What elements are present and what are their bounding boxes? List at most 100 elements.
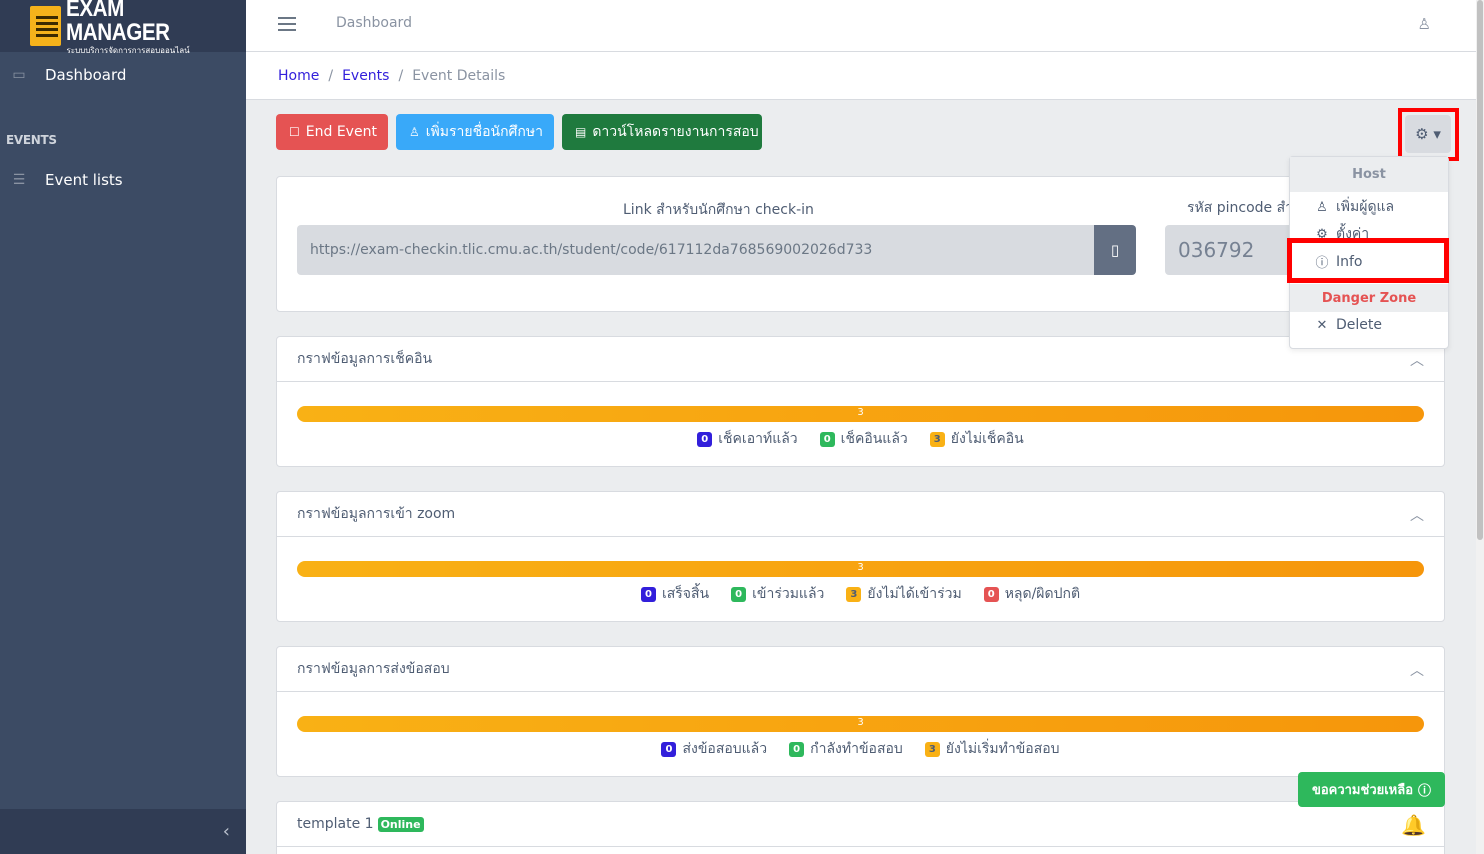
count-badge: 0 [697, 431, 713, 447]
header-dashboard-link[interactable]: Dashboard [336, 15, 412, 31]
legend-label: กำลังทำข้อสอบ [810, 741, 903, 757]
legend-item: 0 เข้าร่วมแล้ว [731, 583, 824, 605]
submission-chart-card: กราฟข้อมูลการส่งข้อสอบ ︿ 3 0 ส่งข้อสอบแล… [276, 646, 1445, 777]
clipboard-icon: ▯ [1110, 241, 1120, 259]
close-icon: ✕ [1316, 317, 1328, 333]
count-badge: 0 [789, 741, 805, 757]
sidebar-item-dashboard[interactable]: ▭ Dashboard [0, 52, 246, 98]
chevron-up-icon[interactable]: ︿ [1410, 660, 1424, 680]
pincode-field[interactable]: 036792 [1165, 225, 1295, 275]
breadcrumb-events[interactable]: Events [342, 68, 389, 84]
list-icon: ☰ [12, 172, 26, 188]
card-title: กราฟข้อมูลการส่งข้อสอบ [297, 661, 450, 677]
page-scrollbar[interactable] [1476, 0, 1484, 854]
excel-file-icon: ▤ [575, 125, 587, 139]
zoom-chart-card: กราฟข้อมูลการเข้า zoom ︿ 3 0 เสร็จสิ้น 0… [276, 491, 1445, 622]
user-plus-icon: ♙ [1316, 199, 1328, 215]
progress-bar: 3 [297, 406, 1424, 422]
legend-item: 0 เช็คเอาท์แล้ว [697, 428, 798, 450]
count-badge: 0 [640, 586, 656, 602]
square-icon: ☐ [289, 125, 300, 139]
count-badge: 0 [731, 586, 747, 602]
legend-item: 0 เช็คอินแล้ว [819, 428, 908, 450]
sidebar-item-label: Event lists [45, 171, 123, 189]
chevron-up-icon[interactable]: ︿ [1410, 505, 1424, 525]
count-badge: 3 [846, 586, 862, 602]
legend-label: ยังไม่ได้เข้าร่วม [867, 586, 962, 602]
legend-item: 3 ยังไม่เริ่มทำข้อสอบ [924, 738, 1060, 760]
sidebar-item-label: Dashboard [45, 66, 127, 84]
legend-item: 0 หลุด/ผิดปกติ [983, 583, 1081, 605]
legend-item: 3 ยังไม่เช็คอิน [929, 428, 1024, 450]
legend-label: เสร็จสิ้น [661, 586, 710, 602]
highlight-box-gear [1398, 108, 1459, 161]
help-button[interactable]: ขอความช่วยเหลือ ⓘ [1298, 772, 1445, 807]
legend-item: 3 ยังไม่ได้เข้าร่วม [846, 583, 962, 605]
sidebar-item-event-lists[interactable]: ☰ Event lists [0, 157, 246, 203]
end-event-label: End Event [305, 124, 377, 140]
legend-label: ยังไม่เช็คอิน [950, 431, 1024, 447]
scrollbar-thumb[interactable] [1477, 0, 1483, 540]
highlight-box-info [1287, 238, 1449, 283]
end-event-button[interactable]: ☐ End Event [276, 114, 388, 150]
card-header[interactable]: กราฟข้อมูลการเข้า zoom ︿ [277, 492, 1444, 537]
download-report-button[interactable]: ▤ ดาวน์โหลดรายงานการสอบ [562, 114, 762, 150]
legend-label: เช็คอินแล้ว [840, 431, 908, 447]
help-button-label: ขอความช่วยเหลือ [1311, 783, 1414, 798]
breadcrumb-separator: / [398, 67, 404, 84]
question-circle-icon: ⓘ [1418, 784, 1432, 799]
brand-title: EXAM MANAGER [66, 0, 171, 46]
legend-label: เข้าร่วมแล้ว [752, 586, 825, 602]
card-title: กราฟข้อมูลการเข้า zoom [297, 506, 456, 522]
legend-item: 0 ส่งข้อสอบแล้ว [661, 738, 767, 760]
brand-subtitle: ระบบบริการจัดการการสอบออนไลน์ [66, 46, 190, 55]
count-badge: 3 [924, 741, 940, 757]
legend-label: ส่งข้อสอบแล้ว [682, 741, 768, 757]
count-badge: 0 [661, 741, 677, 757]
count-badge: 0 [819, 431, 835, 447]
breadcrumb: Home / Events / Event Details [246, 52, 1476, 100]
menu-toggle-icon[interactable] [278, 17, 296, 31]
card-title: template 1 [297, 816, 374, 832]
card-header[interactable]: กราฟข้อมูลการเช็คอิน ︿ [277, 337, 1444, 382]
laptop-icon: ▭ [12, 67, 26, 83]
chevron-left-icon[interactable]: ‹ [223, 821, 230, 842]
download-report-label: ดาวน์โหลดรายงานการสอบ [592, 124, 759, 140]
legend: 0 เสร็จสิ้น 0 เข้าร่วมแล้ว 3 ยังไม่ได้เข… [277, 583, 1444, 605]
card-title: กราฟข้อมูลการเช็คอิน [297, 351, 433, 367]
bell-icon[interactable]: 🔔 [1401, 813, 1426, 837]
checkin-link-field[interactable]: https://exam-checkin.tlic.cmu.ac.th/stud… [297, 225, 1094, 275]
add-students-button[interactable]: ♙ เพิ่มรายชื่อนักศึกษา [396, 114, 554, 150]
menu-item-label: Delete [1336, 317, 1382, 333]
breadcrumb-home[interactable]: Home [278, 68, 319, 84]
legend: 0 ส่งข้อสอบแล้ว 0 กำลังทำข้อสอบ 3 ยังไม่… [277, 738, 1444, 760]
copy-link-button[interactable]: ▯ [1094, 225, 1136, 275]
legend-label: หลุด/ผิดปกติ [1004, 586, 1081, 602]
checkin-link-card: Link สำหรับนักศึกษา check-in https://exa… [276, 176, 1445, 312]
brand[interactable]: EXAM MANAGER ระบบบริการจัดการการสอบออนไล… [0, 0, 246, 55]
sidebar: EXAM MANAGER ระบบบริการจัดการการสอบออนไล… [0, 0, 246, 854]
count-badge: 3 [929, 431, 945, 447]
menu-item-add-admin[interactable]: ♙ เพิ่มผู้ดูแล [1314, 196, 1394, 218]
pincode-label: รหัส pincode สำ [1187, 200, 1294, 216]
sidebar-footer: ‹ [0, 809, 246, 854]
legend-item: 0 กำลังทำข้อสอบ [789, 738, 903, 760]
legend-label: ยังไม่เริ่มทำข้อสอบ [945, 741, 1060, 757]
progress-bar: 3 [297, 561, 1424, 577]
template-card: template 1 Online 🔔 [276, 801, 1445, 854]
chevron-up-icon[interactable]: ︿ [1410, 350, 1424, 370]
menu-item-label: เพิ่มผู้ดูแล [1336, 199, 1395, 215]
menu-item-delete[interactable]: ✕ Delete [1314, 317, 1382, 333]
dropdown-header-danger-zone: Danger Zone [1290, 284, 1448, 312]
legend: 0 เช็คเอาท์แล้ว 0 เช็คอินแล้ว 3 ยังไม่เช… [277, 428, 1444, 450]
status-badge: Online [377, 816, 424, 832]
card-header[interactable]: template 1 Online 🔔 [277, 802, 1444, 847]
progress-bar: 3 [297, 716, 1424, 732]
card-header[interactable]: กราฟข้อมูลการส่งข้อสอบ ︿ [277, 647, 1444, 692]
checkin-link-label: Link สำหรับนักศึกษา check-in [623, 202, 814, 218]
add-students-label: เพิ่มรายชื่อนักศึกษา [425, 124, 544, 140]
checkin-chart-card: กราฟข้อมูลการเช็คอิน ︿ 3 0 เช็คเอาท์แล้ว… [276, 336, 1445, 467]
legend-item: 0 เสร็จสิ้น [640, 583, 710, 605]
sidebar-section-title: EVENTS [6, 133, 57, 147]
user-icon[interactable]: ♙ [1418, 15, 1431, 33]
